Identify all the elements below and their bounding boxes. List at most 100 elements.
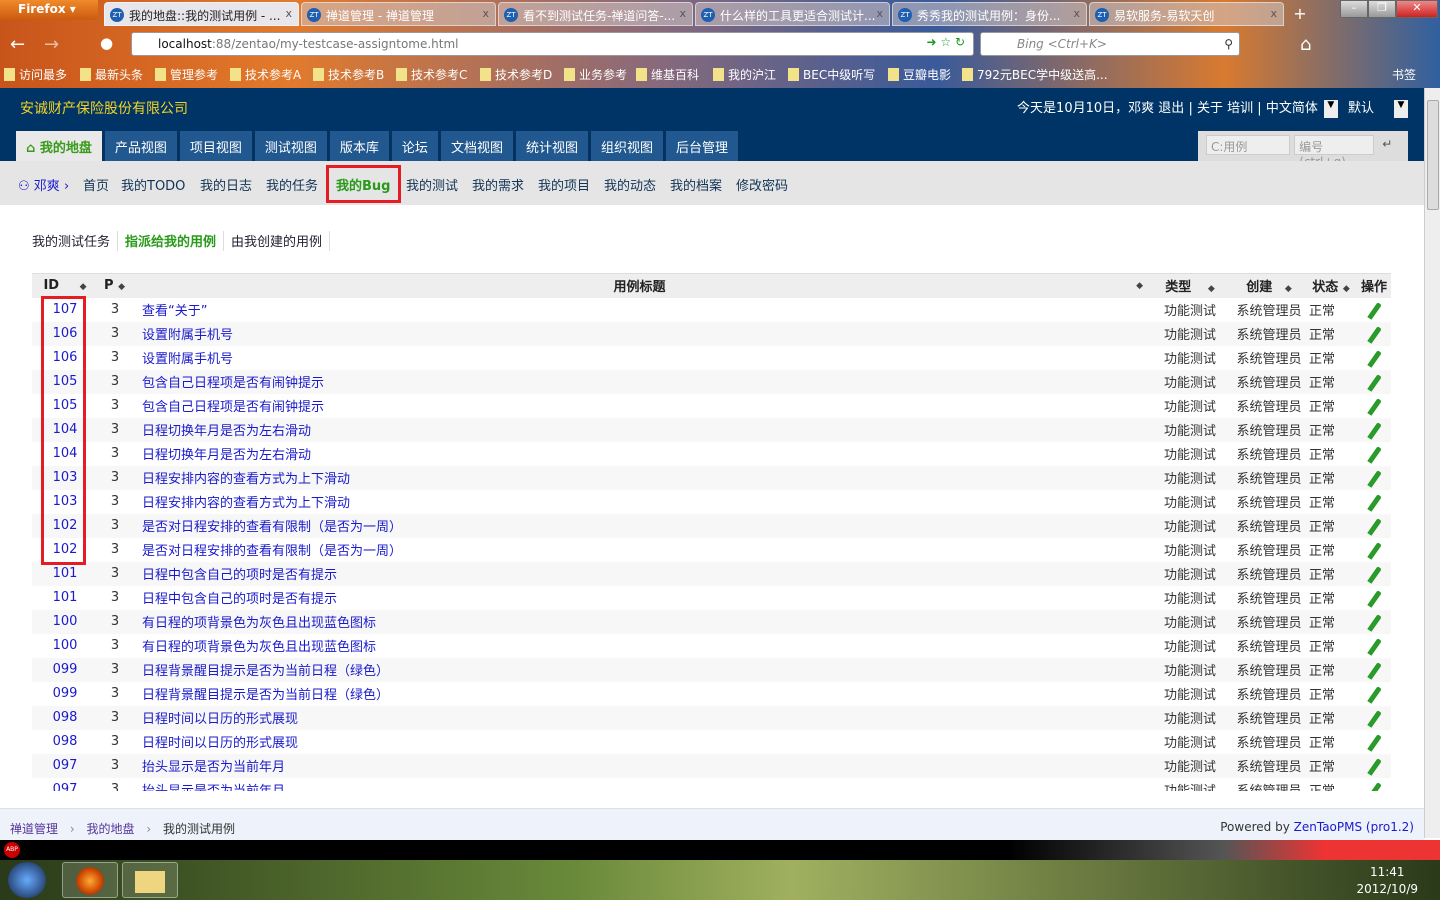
- edit-icon[interactable]: [1366, 397, 1382, 416]
- case-title-link[interactable]: 设置附属手机号: [132, 321, 1147, 346]
- subnav-item[interactable]: 我的动态: [604, 175, 656, 194]
- object-type-select[interactable]: C:用例: [1206, 135, 1290, 155]
- home-icon[interactable]: ⌂: [1300, 34, 1311, 55]
- edit-icon[interactable]: [1366, 685, 1382, 704]
- case-id-link[interactable]: 099: [32, 657, 98, 682]
- case-title-link[interactable]: 日程切换年月是否为左右滑动: [132, 442, 1147, 466]
- bookmark-item[interactable]: 豆瓣电影: [888, 66, 951, 83]
- close-tab-icon[interactable]: x: [1073, 7, 1080, 20]
- close-window-button[interactable]: ✕: [1396, 0, 1438, 18]
- close-tab-icon[interactable]: x: [482, 7, 489, 20]
- case-title-link[interactable]: 日程安排内容的查看方式为上下滑动: [132, 490, 1147, 514]
- subnav-item[interactable]: 修改密码: [736, 175, 788, 194]
- url-bar[interactable]: localhost:88/zentao/my-testcase-assignto…: [131, 32, 974, 56]
- col-pri[interactable]: P ◆: [98, 273, 132, 298]
- browser-tab[interactable]: ZT 禅道管理 - 禅道管理 x: [301, 2, 496, 26]
- edit-icon[interactable]: [1366, 373, 1382, 392]
- bookmark-item[interactable]: 访问最多: [4, 66, 67, 83]
- case-title-link[interactable]: 日程背景醒目提示是否为当前日程（绿色）: [132, 682, 1147, 706]
- maximize-button[interactable]: ❐: [1368, 0, 1396, 18]
- id-input[interactable]: 编号(ctrl+g): [1294, 135, 1375, 169]
- subnav-item[interactable]: 我的测试: [406, 175, 458, 194]
- close-tab-icon[interactable]: x: [1270, 7, 1277, 20]
- sort-icon[interactable]: ◆: [1208, 284, 1215, 294]
- training-link[interactable]: 培训: [1227, 101, 1253, 116]
- edit-icon[interactable]: [1366, 613, 1382, 632]
- bookmark-item[interactable]: 管理参考: [155, 66, 218, 83]
- bookmark-item[interactable]: 技术参考D: [480, 66, 552, 83]
- search-icon[interactable]: ⚲: [1224, 37, 1233, 51]
- case-title-link[interactable]: 有日程的项背景色为灰色且出现蓝色图标: [132, 634, 1147, 658]
- firefox-menu-button[interactable]: Firefox ▾: [0, 0, 98, 20]
- close-tab-icon[interactable]: x: [679, 7, 686, 20]
- minimize-button[interactable]: –: [1340, 0, 1368, 18]
- case-title-link[interactable]: 抬头显示是否为当前年月: [132, 753, 1147, 778]
- case-id-link[interactable]: 100: [32, 634, 98, 658]
- case-tab[interactable]: 指派给我的用例: [118, 231, 225, 251]
- nav-tab[interactable]: 项目视图: [179, 131, 253, 161]
- edit-icon[interactable]: [1366, 589, 1382, 608]
- edit-icon[interactable]: [1366, 661, 1382, 680]
- case-tab[interactable]: 我的测试任务: [32, 231, 119, 251]
- case-id-link[interactable]: 101: [32, 561, 98, 586]
- clock[interactable]: 11:41 2012/10/9: [1356, 864, 1418, 898]
- edit-icon[interactable]: [1366, 325, 1382, 344]
- close-tab-icon[interactable]: x: [876, 7, 883, 20]
- bookmark-item[interactable]: 我的沪江: [713, 66, 776, 83]
- enter-icon[interactable]: ↵: [1378, 135, 1396, 155]
- chevron-down-icon[interactable]: ▼: [1394, 99, 1408, 118]
- edit-icon[interactable]: [1366, 445, 1382, 464]
- subnav-item[interactable]: 我的需求: [472, 175, 524, 194]
- case-tab[interactable]: 由我创建的用例: [224, 231, 331, 251]
- subnav-item[interactable]: 首页: [83, 175, 109, 194]
- subnav-item[interactable]: 我的档案: [670, 175, 722, 194]
- browser-tab[interactable]: ZT 什么样的工具更适合测试计... x: [695, 2, 890, 26]
- bookmark-item[interactable]: 技术参考A: [230, 66, 301, 83]
- subnav-item[interactable]: 我的TODO: [121, 175, 185, 194]
- nav-tab[interactable]: ⌂ 我的地盘: [16, 131, 103, 161]
- nav-tab[interactable]: 论坛: [391, 131, 439, 161]
- bookmark-item[interactable]: 维基百科: [636, 66, 699, 83]
- search-input[interactable]: Bing <Ctrl+K> ⚲: [980, 32, 1240, 56]
- sort-icon[interactable]: ◆: [118, 282, 125, 292]
- scrollbar-thumb[interactable]: [1427, 100, 1439, 210]
- explorer-taskbar-icon[interactable]: [122, 862, 178, 898]
- bookmark-item[interactable]: 技术参考B: [313, 66, 384, 83]
- page-scrollbar[interactable]: [1424, 88, 1440, 838]
- bookmark-item[interactable]: 792元BEC学中级送高...: [962, 66, 1108, 83]
- case-id-link[interactable]: 097: [32, 753, 98, 778]
- nav-tab[interactable]: 统计视图: [515, 131, 589, 161]
- bookmark-item[interactable]: 最新头条: [80, 66, 143, 83]
- case-title-link[interactable]: 日程中包含自己的项时是否有提示: [132, 561, 1147, 586]
- case-id-link[interactable]: 099: [32, 682, 98, 706]
- case-id-link[interactable]: 101: [32, 586, 98, 610]
- case-title-link[interactable]: 日程时间以日历的形式展现: [132, 730, 1147, 754]
- case-title-link[interactable]: 包含自己日程项是否有闹钟提示: [132, 394, 1147, 418]
- nav-tab[interactable]: 版本库: [329, 131, 390, 161]
- chevron-down-icon[interactable]: ▼: [1323, 99, 1338, 118]
- browser-tab[interactable]: ZT 看不到测试任务-禅道问答-... x: [498, 2, 693, 26]
- case-id-link[interactable]: 098: [32, 730, 98, 754]
- case-title-link[interactable]: 查看“关于”: [132, 298, 1147, 322]
- case-title-link[interactable]: 日程切换年月是否为左右滑动: [132, 417, 1147, 442]
- nav-tab[interactable]: 文档视图: [440, 131, 514, 161]
- bookmark-item[interactable]: BEC中级听写: [788, 66, 875, 83]
- edit-icon[interactable]: [1366, 517, 1382, 536]
- nav-tab[interactable]: 产品视图: [104, 131, 178, 161]
- browser-tab[interactable]: ZT 易软服务-易软天创 x: [1089, 2, 1284, 26]
- logout-link[interactable]: 退出: [1158, 101, 1184, 116]
- edit-icon[interactable]: [1366, 469, 1382, 488]
- language-select[interactable]: 中文简体: [1266, 101, 1318, 116]
- edit-icon[interactable]: [1366, 757, 1382, 776]
- close-tab-icon[interactable]: x: [285, 7, 292, 20]
- case-title-link[interactable]: 日程安排内容的查看方式为上下滑动: [132, 465, 1147, 490]
- case-title-link[interactable]: 设置附属手机号: [132, 346, 1147, 370]
- about-link[interactable]: 关于: [1197, 101, 1223, 116]
- go-icon[interactable]: ➜ ☆ ↻: [927, 35, 966, 49]
- bookmark-item[interactable]: 技术参考C: [396, 66, 467, 83]
- case-title-link[interactable]: 日程时间以日历的形式展现: [132, 705, 1147, 730]
- start-button[interactable]: [8, 862, 46, 898]
- user-link[interactable]: 邓爽: [1128, 101, 1154, 116]
- subnav-item[interactable]: 我的项目: [538, 175, 590, 194]
- edit-icon[interactable]: [1366, 637, 1382, 656]
